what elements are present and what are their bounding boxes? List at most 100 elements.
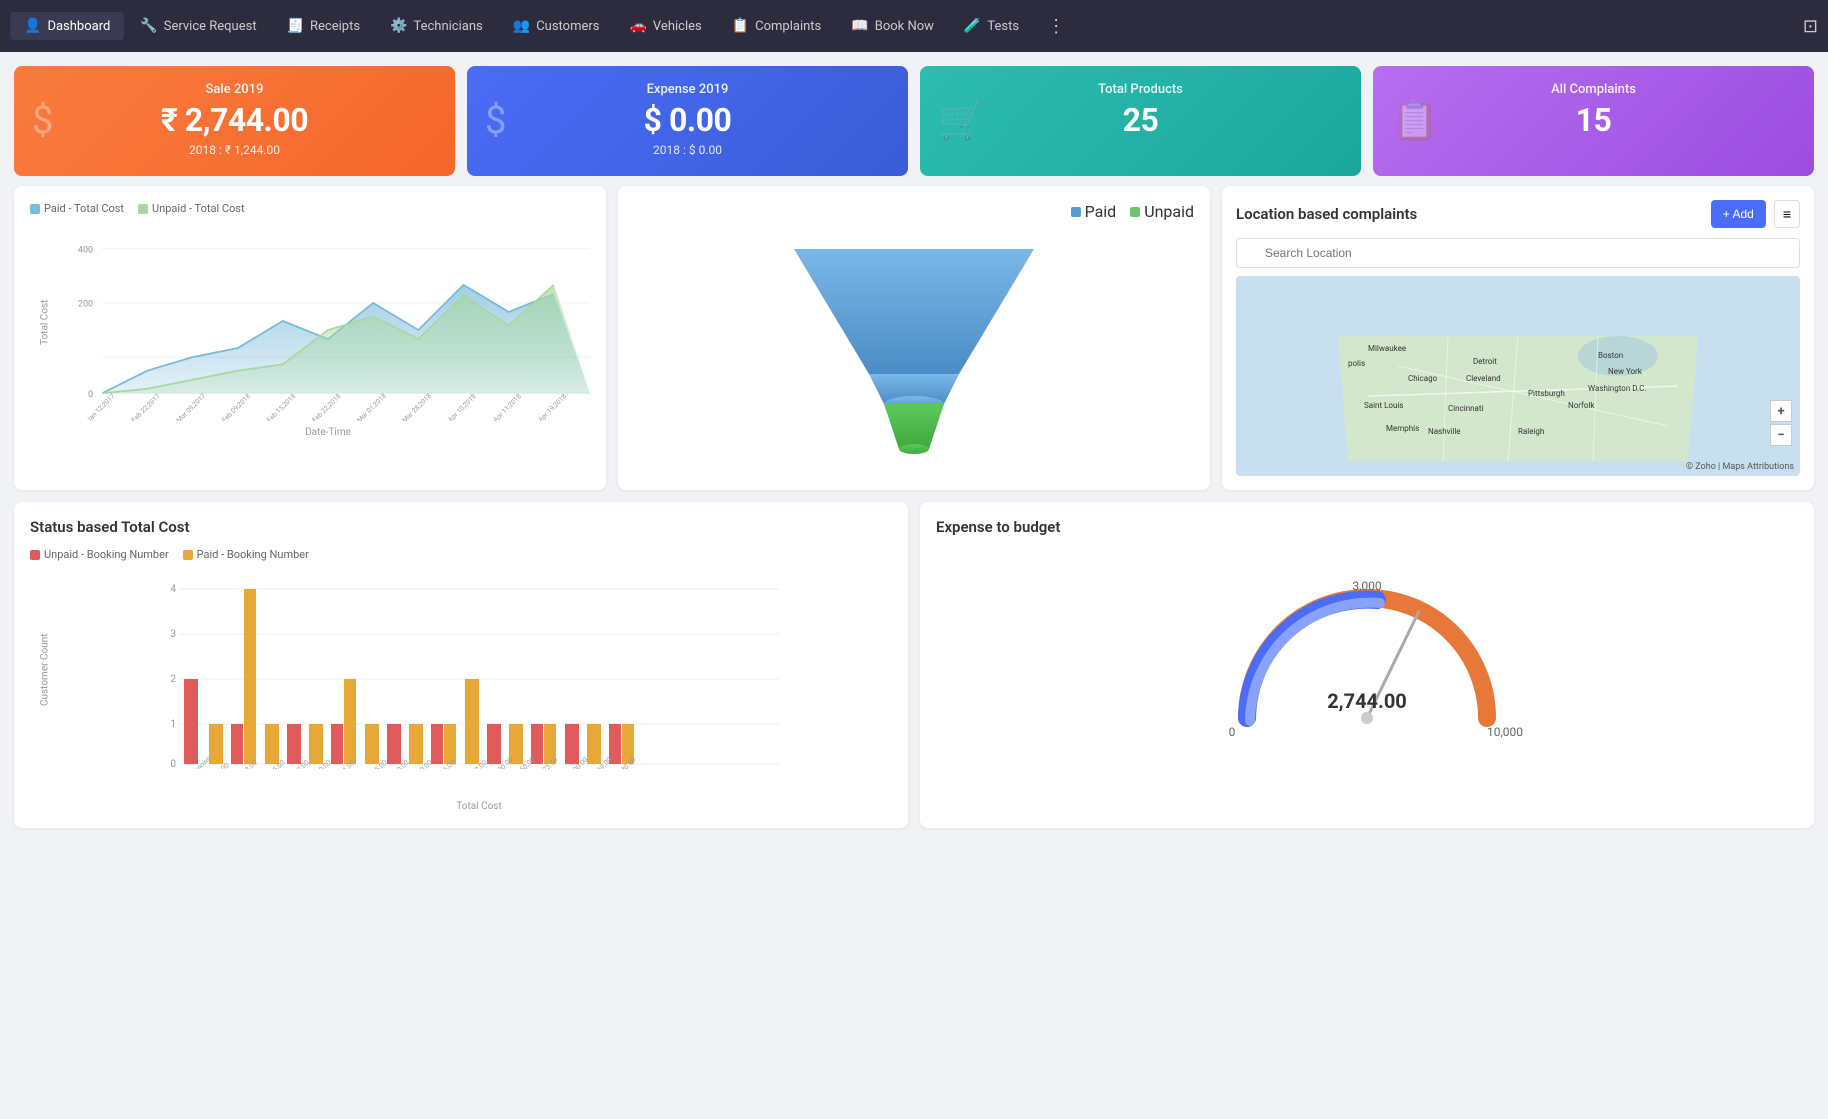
- nav-technicians-label: Technicians: [413, 19, 482, 34]
- funnel-legend: Paid Unpaid: [634, 202, 1194, 221]
- svg-text:Detroit: Detroit: [1473, 357, 1497, 366]
- complaints-icon: 📋: [732, 18, 749, 34]
- svg-text:Cleveland: Cleveland: [1466, 374, 1501, 383]
- map-search-wrap: 🔍: [1236, 238, 1800, 276]
- svg-text:Washington D.C.: Washington D.C.: [1588, 384, 1647, 393]
- gauge-card: Expense to budget: [920, 502, 1814, 828]
- nav-receipts[interactable]: 🧾 Receipts: [273, 12, 374, 40]
- funnel-chart-card: Paid Unpaid: [618, 186, 1210, 490]
- nav-complaints[interactable]: 📋 Complaints: [718, 12, 836, 40]
- complaints-title: All Complaints: [1551, 82, 1636, 97]
- line-chart-svg: 400 200 0: [66, 221, 590, 421]
- svg-text:400: 400: [78, 245, 93, 255]
- service-icon: 🔧: [140, 18, 157, 34]
- svg-text:0: 0: [88, 390, 93, 400]
- products-card: 🛒 Total Products 25: [920, 66, 1361, 176]
- technicians-icon: ⚙️: [390, 18, 407, 34]
- nav-dashboard[interactable]: 👤 Dashboard: [10, 12, 124, 40]
- svg-text:Feb 15,2018: Feb 15,2018: [266, 392, 298, 421]
- map-title: Location based complaints: [1236, 205, 1417, 223]
- vehicles-icon: 🚗: [629, 18, 646, 34]
- gauge-title: Expense to budget: [936, 518, 1798, 536]
- svg-text:Saint Louis: Saint Louis: [1364, 401, 1403, 410]
- svg-text:3: 3: [170, 629, 176, 640]
- svg-text:Feb 22,2017: Feb 22,2017: [130, 392, 162, 421]
- map-zoom-in[interactable]: +: [1770, 400, 1792, 422]
- line-x-label: Date-Time: [66, 427, 590, 438]
- svg-text:1: 1: [170, 719, 176, 730]
- nav-receipts-label: Receipts: [310, 19, 360, 34]
- svg-text:Apr 19,2018: Apr 19,2018: [537, 392, 568, 421]
- map-zoom-controls: + −: [1770, 400, 1792, 446]
- products-value: 25: [1123, 101, 1159, 139]
- svg-text:4: 4: [170, 584, 176, 595]
- nav-book-now[interactable]: 📖 Book Now: [837, 12, 948, 40]
- dashboard-icon: 👤: [24, 18, 41, 34]
- paid-legend-label: Paid - Total Cost: [44, 202, 124, 215]
- funnel-paid-dot: [1071, 207, 1081, 217]
- stat-cards-row: $ Sale 2019 ₹ 2,744.00 2018 : ₹ 1,244.00…: [0, 52, 1828, 186]
- svg-text:Cincinnati: Cincinnati: [1448, 404, 1484, 413]
- svg-text:Feb 22,2018: Feb 22,2018: [311, 392, 343, 421]
- status-chart-card: Status based Total Cost Unpaid - Booking…: [14, 502, 908, 828]
- svg-text:200: 200: [78, 300, 93, 310]
- funnel-svg: [784, 229, 1044, 469]
- svg-text:Boston: Boston: [1598, 351, 1623, 360]
- nav-technicians[interactable]: ⚙️ Technicians: [376, 12, 497, 40]
- svg-text:Memphis: Memphis: [1386, 424, 1419, 433]
- nav-book-label: Book Now: [875, 19, 934, 34]
- status-chart-title: Status based Total Cost: [30, 518, 892, 536]
- svg-text:Apr 10,2018: Apr 10,2018: [446, 392, 477, 421]
- map-zoom-out[interactable]: −: [1770, 424, 1792, 446]
- svg-text:Norfolk: Norfolk: [1568, 401, 1595, 410]
- expense-icon: $: [485, 99, 506, 143]
- tests-icon: 🧪: [964, 18, 981, 34]
- paid-bar-label: Paid - Booking Number: [197, 548, 309, 561]
- funnel-paid-legend: Paid: [1071, 202, 1117, 221]
- bottom-row: Status based Total Cost Unpaid - Booking…: [0, 502, 1828, 842]
- status-y-label: Customer Count: [40, 676, 51, 706]
- nav-vehicles[interactable]: 🚗 Vehicles: [615, 12, 715, 40]
- sale-card: $ Sale 2019 ₹ 2,744.00 2018 : ₹ 1,244.00: [14, 66, 455, 176]
- charts-row: Paid - Total Cost Unpaid - Total Cost To…: [0, 186, 1828, 502]
- svg-text:0: 0: [1229, 725, 1236, 739]
- nav-more-button[interactable]: ⋮: [1037, 10, 1075, 43]
- nav-vehicles-label: Vehicles: [653, 19, 702, 34]
- nav-complaints-label: Complaints: [755, 19, 821, 34]
- map-search-input[interactable]: [1236, 238, 1800, 268]
- paid-bar-dot: [183, 550, 193, 560]
- funnel-paid-label: Paid: [1085, 202, 1117, 221]
- unpaid-legend-label: Unpaid - Total Cost: [152, 202, 245, 215]
- svg-text:2: 2: [170, 674, 176, 685]
- nav-tests-label: Tests: [987, 19, 1019, 34]
- svg-text:2,744.00: 2,744.00: [1327, 689, 1407, 713]
- map-card: Location based complaints + Add ≡ 🔍: [1222, 186, 1814, 490]
- svg-text:Mar 28,2018: Mar 28,2018: [401, 392, 433, 421]
- expense-card: $ Expense 2019 $ 0.00 2018 : $ 0.00: [467, 66, 908, 176]
- sale-sub: 2018 : ₹ 1,244.00: [189, 143, 280, 157]
- line-y-label: Total Cost: [40, 315, 51, 345]
- svg-text:10,000: 10,000: [1487, 725, 1523, 739]
- line-chart-card: Paid - Total Cost Unpaid - Total Cost To…: [14, 186, 606, 490]
- nav-customers[interactable]: 👥 Customers: [499, 12, 614, 40]
- svg-text:Milwaukee: Milwaukee: [1368, 344, 1406, 353]
- svg-text:Feb 09,2018: Feb 09,2018: [220, 392, 252, 421]
- complaints-value: 15: [1576, 101, 1612, 139]
- map-add-button[interactable]: + Add: [1711, 200, 1766, 228]
- svg-text:Apr 11,2018: Apr 11,2018: [492, 392, 523, 421]
- nav-dashboard-label: Dashboard: [47, 19, 110, 34]
- sale-title: Sale 2019: [206, 82, 264, 97]
- nav-service-request[interactable]: 🔧 Service Request: [126, 12, 270, 40]
- products-title: Total Products: [1098, 82, 1183, 97]
- paid-bar-legend: Paid - Booking Number: [183, 548, 309, 561]
- sale-icon: $: [32, 99, 53, 143]
- unpaid-legend-dot: [138, 204, 148, 214]
- map-menu-button[interactable]: ≡: [1774, 200, 1800, 228]
- status-x-label: Total Cost: [66, 801, 892, 812]
- nav-customers-label: Customers: [536, 19, 599, 34]
- svg-text:polis: polis: [1348, 359, 1365, 368]
- svg-text:Mar 09,2017: Mar 09,2017: [175, 392, 207, 421]
- book-icon: 📖: [851, 18, 868, 34]
- nav-tests[interactable]: 🧪 Tests: [950, 12, 1033, 40]
- nav-right-icon[interactable]: ⊡: [1803, 16, 1818, 37]
